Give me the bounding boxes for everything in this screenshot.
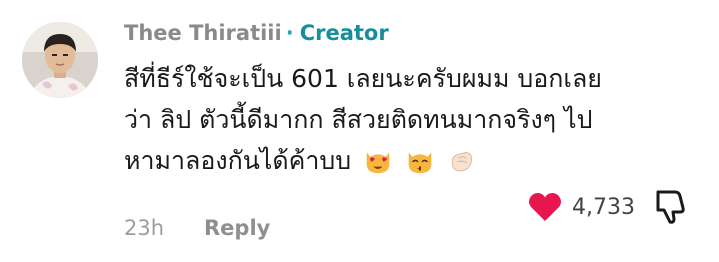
pinching-hand-icon [451,152,472,172]
thumbs-down-icon [656,190,685,224]
like-count: 4,733 [572,194,635,220]
comment-text-line: สีที่ธีร์ใช้จะเป็น 601 เลยนะครับผมม บอกเ… [124,64,602,93]
kissing-cat-icon [408,152,432,174]
timestamp: 23h [124,216,165,240]
heart-icon [528,192,562,221]
like-button[interactable]: 4,733 [528,192,635,222]
comment-text-line-last: หามาลองกันได้ค้าบบ [124,140,704,181]
avatar[interactable] [22,22,98,98]
creator-badge: Creator [299,21,389,45]
comment-text-line-content: หามาลองกันได้ค้าบบ [124,146,352,175]
comment-item: Thee Thiratiii · Creator สีที่ธีร์ใช้จะเ… [0,0,719,244]
heart-eyes-cat-icon [366,152,390,174]
comment-text-line: ว่า ลิป ตัวนี้ดีมากก สีสวยติดทนมากจริงๆ … [124,105,593,134]
comment-text: สีที่ธีร์ใช้จะเป็น 601 เลยนะครับผมม บอกเ… [124,58,704,181]
reply-button[interactable]: Reply [204,216,270,240]
comment-header: Thee Thiratiii · Creator [124,18,389,48]
avatar-image [22,22,98,98]
separator-dot: · [285,21,294,45]
dislike-button[interactable] [655,188,689,228]
username[interactable]: Thee Thiratiii [124,21,282,45]
